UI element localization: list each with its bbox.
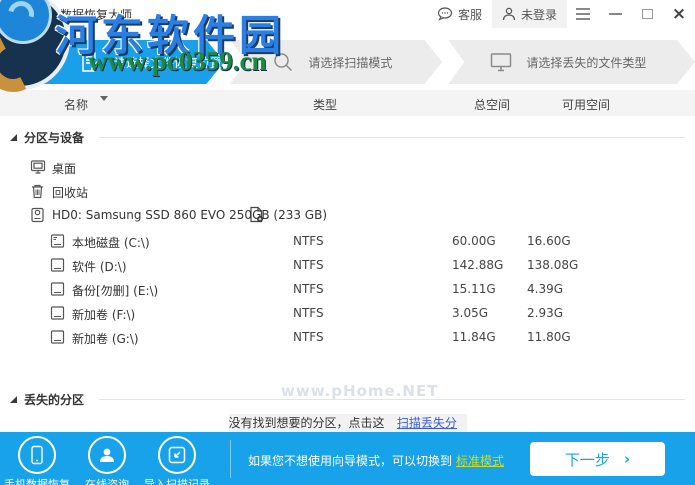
step-label: 请选择扫描模式 (308, 55, 393, 70)
mode-hint-text: 如果您不想使用向导模式，可以切换到 (248, 454, 453, 468)
standard-mode-link[interactable]: 标准模式 (456, 454, 504, 468)
partition-label: 本地磁盘 (C:\) (72, 236, 150, 250)
step-label: 请选择文件恢复位置 (114, 55, 223, 70)
hamburger-icon (576, 8, 590, 20)
tree-item-recycle-bin[interactable]: 回收站 (0, 180, 695, 204)
tree-item-label: 桌面 (52, 162, 77, 176)
tree-item-desktop[interactable]: 桌面 (0, 156, 695, 180)
section-devices-label: 分区与设备 (24, 130, 85, 145)
column-header-free[interactable]: 可用空间 (562, 96, 610, 113)
maximize-button[interactable] (631, 0, 663, 28)
partition-row-c[interactable]: 本地磁盘 (C:\) NTFS 60.00G 16.60G (0, 230, 695, 254)
collapse-triangle-icon (10, 395, 17, 403)
partition-label: 软件 (D:\) (72, 260, 127, 274)
online-consult-button[interactable]: 在线咨询 (72, 436, 142, 485)
hard-drive-icon (30, 207, 45, 223)
device-tree: www.pHome.NET 桌面 回收站 HD0: Samsung SSD 86… (0, 156, 695, 400)
drive-icon (50, 305, 65, 321)
section-lost-partitions[interactable]: 丢失的分区 (10, 390, 685, 408)
partition-free: 138.08G (527, 258, 579, 272)
file-badge-icon[interactable] (249, 206, 264, 223)
login-label: 未登录 (520, 7, 557, 22)
partition-type: NTFS (293, 234, 324, 248)
column-header-total[interactable]: 总空间 (474, 96, 510, 113)
wizard-steps: 请选择文件恢复位置 请选择扫描模式 请选择丢失的文件类型 (40, 40, 695, 84)
customer-service-button[interactable]: 客服 (427, 0, 492, 28)
partition-type: NTFS (293, 282, 324, 296)
partition-total: 142.88G (452, 258, 504, 272)
titlebar: 万能数据恢复大师 客服 未登录 × (0, 0, 695, 28)
partition-total: 3.05G (452, 306, 489, 320)
app-title: 万能数据恢复大师 (36, 7, 133, 22)
action-label: 手机数据恢复 (4, 478, 70, 485)
user-icon (502, 7, 516, 21)
step-label: 请选择丢失的文件类型 (526, 55, 647, 70)
column-header-name[interactable]: 名称 (64, 96, 88, 113)
action-label: 在线咨询 (85, 478, 129, 485)
section-lost-label: 丢失的分区 (24, 392, 85, 407)
desktop-icon (30, 159, 46, 175)
action-label: 导入扫描记录 (144, 478, 210, 485)
monitor-icon (490, 52, 512, 72)
sort-arrow-icon (100, 96, 108, 101)
import-icon (158, 436, 196, 474)
divider (99, 136, 685, 138)
partition-row-e[interactable]: 备份[勿删] (E:\) NTFS 15.11G 4.39G (0, 278, 695, 302)
footer-bar: 手机数据恢复 在线咨询 导入扫描记录 如果您不想使用向导模式，可以切换到 标准模式… (0, 432, 695, 485)
drive-icon (50, 329, 65, 345)
divider (230, 440, 231, 478)
partition-row-d[interactable]: 软件 (D:\) NTFS 142.88G 138.08G (0, 254, 695, 278)
import-scan-records-button[interactable]: 导入扫描记录 (142, 436, 212, 485)
table-header: 名称 类型 总空间 可用空间 (0, 90, 695, 116)
person-icon (88, 436, 126, 474)
phone-icon (18, 436, 56, 474)
next-step-label: 下一步 (564, 450, 610, 469)
menu-button[interactable] (567, 0, 599, 28)
partition-total: 15.11G (452, 282, 496, 296)
chevron-right-icon: › (623, 450, 631, 468)
close-button[interactable]: × (663, 0, 695, 28)
login-button[interactable]: 未登录 (491, 0, 567, 28)
minimize-icon (608, 13, 622, 15)
partition-free: 4.39G (527, 282, 564, 296)
mobile-recovery-button[interactable]: 手机数据恢复 (2, 436, 72, 485)
system-drive-icon (50, 233, 65, 249)
minimize-button[interactable] (599, 0, 631, 28)
mode-hint: 如果您不想使用向导模式，可以切换到 标准模式 (248, 452, 504, 469)
next-step-button[interactable]: 下一步 › (530, 442, 665, 476)
tree-item-label: HD0: Samsung SSD 860 EVO 250GB (233 GB) (52, 208, 328, 222)
chat-bubble-icon (437, 7, 453, 21)
partition-label: 新加卷 (F:\) (72, 308, 136, 322)
partition-label: 新加卷 (G:\) (72, 332, 139, 346)
partition-label: 备份[勿删] (E:\) (72, 284, 159, 298)
step-select-scan-mode[interactable]: 请选择扫描模式 (230, 40, 442, 84)
drive-icon (50, 281, 65, 297)
document-edit-icon (80, 51, 100, 73)
maximize-icon (641, 9, 653, 19)
tree-item-disk[interactable]: HD0: Samsung SSD 860 EVO 250GB (233 GB) (0, 204, 695, 228)
partition-type: NTFS (293, 258, 324, 272)
partition-type: NTFS (293, 330, 324, 344)
collapse-triangle-icon (10, 133, 17, 141)
partition-total: 11.84G (452, 330, 496, 344)
partition-row-g[interactable]: 新加卷 (G:\) NTFS 11.84G 11.80G (0, 326, 695, 350)
partition-free: 16.60G (527, 234, 571, 248)
divider (99, 398, 685, 400)
partition-type: NTFS (293, 306, 324, 320)
partition-free: 11.80G (527, 330, 571, 344)
trash-icon (30, 183, 45, 199)
step-select-location[interactable]: 请选择文件恢复位置 (40, 40, 224, 84)
customer-service-label: 客服 (457, 7, 482, 22)
partition-free: 2.93G (527, 306, 564, 320)
section-devices[interactable]: 分区与设备 (10, 128, 685, 146)
drive-icon (50, 257, 65, 273)
app-logo (0, 0, 28, 28)
partition-total: 60.00G (452, 234, 496, 248)
column-header-type[interactable]: 类型 (313, 96, 337, 113)
tree-item-label: 回收站 (52, 186, 89, 200)
search-icon (272, 51, 294, 73)
partition-row-f[interactable]: 新加卷 (F:\) NTFS 3.05G 2.93G (0, 302, 695, 326)
step-select-file-type[interactable]: 请选择丢失的文件类型 (448, 40, 695, 84)
